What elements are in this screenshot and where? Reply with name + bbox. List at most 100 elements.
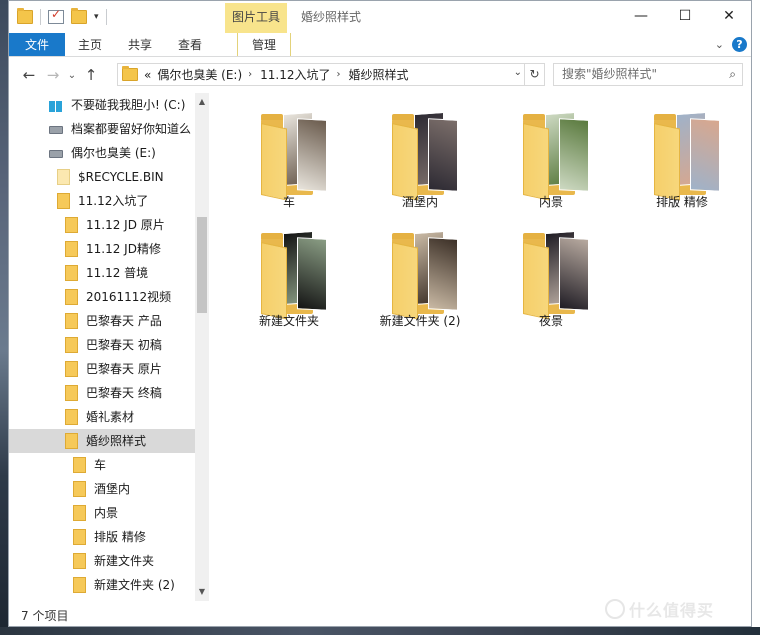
folder-icon — [65, 288, 78, 305]
nav-tree-item[interactable]: 新建文件夹 (2) — [73, 573, 175, 597]
nav-tree-item[interactable]: 巴黎春天 终稿 — [65, 381, 162, 405]
folder-thumbnail-icon — [654, 111, 720, 201]
nav-tree-item[interactable]: 巴黎春天 原片 — [65, 357, 162, 381]
watermark: 什么值得买 — [629, 601, 715, 620]
folder-thumbnail-icon — [261, 111, 327, 201]
nav-tree-item[interactable]: 婚纱照样式 — [9, 429, 195, 453]
nav-tree-item[interactable]: 夜景 — [73, 597, 118, 601]
folder-thumbnail-icon — [261, 230, 327, 320]
nav-tree-item[interactable]: 11.12 普境 — [65, 261, 148, 285]
nav-tree-item[interactable]: 巴黎春天 产品 — [65, 309, 162, 333]
nav-tree-item-label: 11.12 普境 — [86, 266, 149, 280]
folder-tile[interactable]: 新建文件夹 — [227, 216, 351, 328]
folder-icon — [65, 408, 78, 425]
scroll-up-button[interactable]: ▲ — [195, 95, 209, 109]
title-bar: ▾ 图片工具 婚纱照样式 — ☐ ✕ — [9, 1, 751, 33]
nav-tree-item-label: 新建文件夹 (2) — [94, 578, 175, 592]
minimize-button[interactable]: — — [619, 1, 663, 33]
nav-tree-item-label: 11.12入坑了 — [78, 194, 149, 208]
nav-tree-item-label: 酒堡内 — [94, 482, 131, 496]
navigation-pane[interactable]: 夜景 新建文件夹 (2) 新建文件夹 排版 精修 内景 酒堡内 车 婚纱照样式 婚礼素材 巴黎春天… — [9, 93, 209, 601]
tab-share[interactable]: 共享 — [115, 33, 165, 56]
nav-tree-item[interactable]: 20161112视频 — [65, 285, 171, 309]
folder-thumbnail-icon — [392, 230, 458, 320]
customize-toolbar-icon[interactable]: ▾ — [94, 12, 99, 22]
tab-file[interactable]: 文件 — [9, 33, 65, 56]
nav-tree-item[interactable]: 内景 — [73, 501, 118, 525]
nav-tree-item[interactable]: 不要碰我我胆小! (C:) — [49, 93, 185, 117]
folder-tile[interactable]: 车 — [227, 97, 351, 209]
scroll-thumb[interactable] — [197, 217, 207, 313]
nav-tree-item[interactable]: 巴黎春天 初稿 — [65, 333, 162, 357]
maximize-button[interactable]: ☐ — [663, 1, 707, 33]
folder-icon — [73, 480, 86, 497]
nav-tree-item[interactable]: 新建文件夹 — [73, 549, 154, 573]
nav-tree-item[interactable]: 酒堡内 — [73, 477, 130, 501]
desktop-background-bottom — [0, 627, 760, 635]
expand-ribbon-icon[interactable]: ⌄ — [715, 38, 724, 51]
main-content: 夜景新建文件夹 (2)新建文件夹排版 精修内景酒堡内车婚纱照样式婚礼素材巴黎春天… — [9, 93, 751, 601]
nav-tree-item-label: 巴黎春天 原片 — [86, 362, 162, 376]
nav-tree-item[interactable]: $RECYCLE.BIN — [57, 165, 164, 189]
folder-icon — [73, 528, 86, 545]
address-bar[interactable]: « 偶尔也臭美 (E:) › 11.12入坑了 › 婚纱照样式 ⌄ ↻ — [117, 63, 545, 86]
scroll-down-button[interactable]: ▼ — [195, 585, 209, 599]
nav-tree-item[interactable]: 车 — [73, 453, 106, 477]
tab-view[interactable]: 查看 — [165, 33, 215, 56]
tab-home[interactable]: 主页 — [65, 33, 115, 56]
new-folder-icon[interactable] — [71, 8, 87, 24]
search-input[interactable]: 搜索"婚纱照样式" ⌕ — [553, 63, 743, 86]
folder-thumbnail-icon — [523, 230, 589, 320]
folder-icon — [65, 312, 78, 329]
search-icon[interactable]: ⌕ — [729, 64, 736, 85]
nav-tree-item-label: 不要碰我我胆小! (C:) — [71, 98, 186, 112]
folder-tile[interactable]: 排版 精修 — [620, 97, 744, 209]
nav-scrollbar[interactable]: ▲ ▼ — [195, 93, 209, 601]
address-dropdown-button[interactable]: ⌄ — [514, 67, 522, 78]
folder-icon — [73, 600, 86, 601]
nav-tree-item-label: $RECYCLE.BIN — [78, 170, 164, 184]
nav-tree-item[interactable]: 11.12 JD精修 — [65, 237, 161, 261]
folder-tile[interactable]: 夜景 — [489, 216, 613, 328]
folder-name: 车 — [282, 195, 295, 209]
breadcrumb-separator[interactable]: › — [337, 69, 341, 80]
breadcrumb-overflow[interactable]: « — [144, 68, 151, 82]
nav-tree-item[interactable]: 排版 精修 — [73, 525, 146, 549]
nav-tree-item-label: 巴黎春天 初稿 — [86, 338, 162, 352]
nav-tree-item[interactable]: 11.12 JD 原片 — [65, 213, 165, 237]
toolbar-divider — [105, 9, 107, 25]
folder-icon — [65, 360, 78, 377]
folder-icon — [57, 192, 70, 209]
folder-tile[interactable]: 内景 — [489, 97, 613, 209]
up-button[interactable]: ↑ — [79, 66, 103, 84]
breadcrumb-current[interactable]: 婚纱照样式 — [349, 66, 409, 83]
drive-icon — [49, 125, 63, 134]
close-button[interactable]: ✕ — [707, 1, 751, 33]
folder-name: 新建文件夹 (2) — [379, 314, 461, 328]
back-button[interactable]: ← — [17, 66, 41, 84]
folder-name: 排版 精修 — [656, 195, 708, 209]
nav-tree-item[interactable]: 偶尔也臭美 (E:) — [49, 141, 156, 165]
properties-icon[interactable] — [48, 7, 64, 24]
nav-tree-item[interactable]: 档案都要留好你知道么 — [49, 117, 191, 141]
help-icon[interactable]: ? — [732, 37, 747, 52]
breadcrumb-drive[interactable]: 偶尔也臭美 (E:) — [157, 66, 242, 83]
refresh-button[interactable]: ↻ — [524, 64, 544, 85]
recent-locations-button[interactable]: ⌄ — [65, 70, 79, 81]
folder-icon — [57, 168, 70, 185]
folder-name: 新建文件夹 — [258, 314, 319, 328]
tab-manage[interactable]: 管理 — [237, 33, 292, 56]
folder-name: 夜景 — [538, 314, 563, 328]
nav-tree-item-label: 排版 精修 — [94, 530, 146, 544]
folder-tile[interactable]: 新建文件夹 (2) — [358, 216, 482, 328]
nav-tree-item[interactable]: 婚礼素材 — [65, 405, 134, 429]
folder-tile[interactable]: 酒堡内 — [358, 97, 482, 209]
folder-icon — [65, 432, 78, 449]
forward-button[interactable]: → — [41, 66, 65, 84]
breadcrumb-parent[interactable]: 11.12入坑了 — [260, 66, 330, 83]
nav-tree-item[interactable]: 11.12入坑了 — [57, 189, 148, 213]
file-list[interactable]: 车 酒堡内 内景 排版 精修新建文件夹 新建文件夹 (2) 夜景 — [217, 93, 751, 601]
item-count: 7 个项目 — [21, 609, 69, 623]
breadcrumb-separator[interactable]: › — [248, 69, 252, 80]
nav-tree-item-label: 巴黎春天 终稿 — [86, 386, 162, 400]
